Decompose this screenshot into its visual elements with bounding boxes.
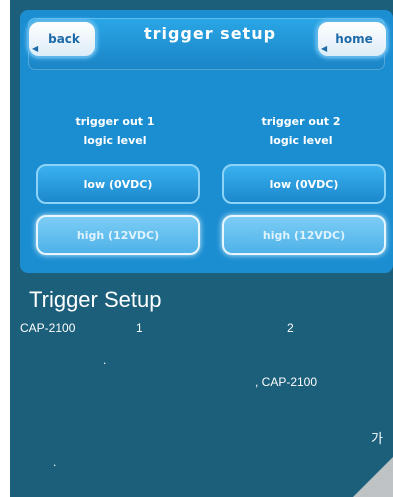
trigger-out-2-title: trigger out 2 — [261, 115, 341, 128]
back-arrow-icon: ◀ — [32, 44, 39, 53]
model-name-text: CAP-2100 — [20, 321, 76, 335]
trigger-number-2-text: 2 — [287, 321, 294, 335]
period-text-2: . — [53, 455, 57, 469]
trigger-out-1-label: trigger out 1 logic level — [30, 112, 200, 150]
home-button[interactable]: ◀ home — [316, 20, 388, 58]
trigger-out-2-subtitle: logic level — [269, 134, 333, 147]
trigger-2-low-button[interactable]: low (0VDC) — [222, 164, 386, 204]
screen-title: trigger setup — [143, 24, 277, 43]
back-button-label: back — [48, 32, 80, 46]
trigger-out-1-title: trigger out 1 — [75, 115, 155, 128]
model-name-text-2: , CAP-2100 — [255, 375, 318, 389]
page: ◀ back trigger setup ◀ home trigger out … — [0, 0, 393, 497]
trigger-number-1-text: 1 — [136, 321, 143, 335]
trigger-1-high-button[interactable]: high (12VDC) — [36, 215, 200, 255]
trigger-out-2-label: trigger out 2 logic level — [216, 112, 386, 150]
period-text: . — [103, 353, 107, 367]
trigger-1-low-button[interactable]: low (0VDC) — [36, 164, 200, 204]
manual-panel: ◀ back trigger setup ◀ home trigger out … — [10, 0, 393, 497]
trigger-out-1-subtitle: logic level — [83, 134, 147, 147]
home-arrow-icon: ◀ — [321, 44, 328, 53]
korean-ga-text: 가 — [371, 431, 383, 446]
page-curl-corner — [353, 457, 393, 497]
trigger-2-high-button[interactable]: high (12VDC) — [222, 215, 386, 255]
back-button[interactable]: ◀ back — [27, 20, 97, 58]
home-button-label: home — [335, 32, 373, 46]
section-heading: Trigger Setup — [29, 287, 162, 312]
